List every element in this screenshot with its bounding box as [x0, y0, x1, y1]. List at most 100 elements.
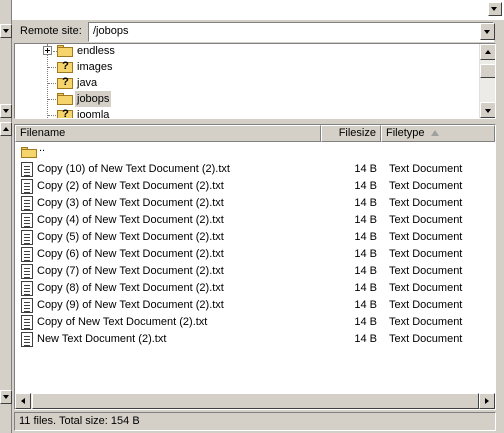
- chevron-left-icon: [21, 398, 25, 404]
- tree-scroll-thumb[interactable]: [480, 64, 495, 78]
- chevron-down-icon: [484, 30, 490, 34]
- file-name: Copy (2) of New Text Document (2).txt: [37, 180, 224, 192]
- chevron-right-icon: [485, 398, 489, 404]
- local-scroll-up-button[interactable]: [0, 24, 12, 38]
- tree-item-label: java: [77, 77, 98, 89]
- file-size: 14 B: [354, 163, 377, 175]
- column-header-label: Filesize: [338, 127, 376, 139]
- tree-item[interactable]: ? joomla: [15, 107, 475, 119]
- status-bar: 11 files. Total size: 154 B: [14, 412, 496, 431]
- file-type: Text Document: [389, 180, 463, 192]
- scroll-down-button[interactable]: [488, 2, 502, 16]
- text-document-icon: [21, 179, 33, 194]
- top-strip: [0, 0, 504, 20]
- text-document-icon: [21, 298, 33, 313]
- text-document-icon: [21, 281, 33, 296]
- column-header-label: Filename: [20, 127, 66, 139]
- chevron-down-icon: [3, 109, 9, 113]
- tree-scroll-down-button[interactable]: [480, 102, 495, 118]
- file-type: Text Document: [389, 197, 463, 209]
- chevron-down-icon: [3, 395, 9, 399]
- tree-item-label: joomla: [77, 109, 110, 119]
- chevron-down-icon: [3, 29, 9, 33]
- file-name: ..: [39, 142, 46, 154]
- file-name: New Text Document (2).txt: [37, 333, 167, 345]
- table-row[interactable]: Copy of New Text Document (2).txt 14 B T…: [15, 314, 481, 331]
- remote-path-dropdown-button[interactable]: [480, 23, 495, 40]
- column-header-filesize[interactable]: Filesize: [321, 125, 381, 142]
- file-name: Copy (8) of New Text Document (2).txt: [37, 282, 224, 294]
- chevron-down-icon: [485, 109, 491, 113]
- table-row[interactable]: Copy (5) of New Text Document (2).txt 14…: [15, 229, 481, 246]
- table-row[interactable]: Copy (2) of New Text Document (2).txt 14…: [15, 178, 481, 195]
- tree-item-label: jobops: [75, 91, 112, 107]
- file-name: Copy (9) of New Text Document (2).txt: [37, 299, 224, 311]
- folder-up-icon: [21, 147, 37, 158]
- tree-item[interactable]: endless: [15, 44, 475, 59]
- file-type: Text Document: [389, 163, 463, 175]
- file-name: Copy (7) of New Text Document (2).txt: [37, 265, 224, 277]
- file-type: Text Document: [389, 248, 463, 260]
- column-header-filetype[interactable]: Filetype: [381, 125, 495, 142]
- remote-file-list: Filename Filesize Filetype .. Copy (10) …: [14, 124, 496, 410]
- folder-question-icon: ?: [57, 76, 73, 90]
- local-list-scroll-down-button[interactable]: [0, 390, 12, 404]
- remote-path-input[interactable]: /jobops: [88, 22, 494, 42]
- tree-vertical-scrollbar[interactable]: [479, 44, 495, 118]
- chevron-up-icon: [3, 127, 9, 131]
- folder-open-icon: [57, 93, 73, 105]
- text-document-icon: [21, 315, 33, 330]
- text-document-icon: [21, 332, 33, 347]
- table-row[interactable]: Copy (7) of New Text Document (2).txt 14…: [15, 263, 481, 280]
- local-pane-edge: [0, 20, 12, 433]
- file-size: 14 B: [354, 231, 377, 243]
- list-horizontal-scroll-thumb[interactable]: [32, 393, 479, 409]
- file-size: 14 B: [354, 180, 377, 192]
- remote-site-bar: Remote site: /jobops: [14, 21, 496, 43]
- file-size: 14 B: [354, 299, 377, 311]
- folder-question-icon: ?: [57, 108, 73, 118]
- tree-item-selected[interactable]: jobops: [15, 91, 475, 107]
- text-document-icon: [21, 162, 33, 177]
- list-horizontal-scrollbar[interactable]: [15, 393, 495, 409]
- text-document-icon: [21, 264, 33, 279]
- column-header-filename[interactable]: Filename: [15, 125, 321, 142]
- list-header: Filename Filesize Filetype: [15, 125, 495, 142]
- table-row[interactable]: Copy (6) of New Text Document (2).txt 14…: [15, 246, 481, 263]
- left-splitter: [0, 0, 12, 20]
- file-type: Text Document: [389, 231, 463, 243]
- chevron-up-icon: [485, 50, 491, 54]
- tree-item[interactable]: ? java: [15, 75, 475, 91]
- table-row[interactable]: Copy (9) of New Text Document (2).txt 14…: [15, 297, 481, 314]
- file-type: Text Document: [389, 214, 463, 226]
- list-scroll-left-button[interactable]: [15, 393, 31, 409]
- chevron-down-icon: [491, 7, 497, 11]
- table-row[interactable]: New Text Document (2).txt 14 B Text Docu…: [15, 331, 481, 348]
- file-name: Copy (10) of New Text Document (2).txt: [37, 163, 230, 175]
- list-item-parent[interactable]: ..: [15, 142, 481, 161]
- text-document-icon: [21, 247, 33, 262]
- status-text: 11 files. Total size: 154 B: [19, 415, 140, 427]
- table-row[interactable]: Copy (10) of New Text Document (2).txt 1…: [15, 161, 481, 178]
- tree-scroll-up-button[interactable]: [480, 44, 495, 60]
- tree-item[interactable]: ? images: [15, 59, 475, 75]
- file-size: 14 B: [354, 265, 377, 277]
- list-scroll-right-button[interactable]: [479, 393, 495, 409]
- table-row[interactable]: Copy (4) of New Text Document (2).txt 14…: [15, 212, 481, 229]
- local-tree-scroll-down-button[interactable]: [0, 104, 12, 118]
- column-header-label: Filetype: [386, 127, 425, 139]
- local-list-scroll-up-button[interactable]: [0, 122, 12, 136]
- file-type: Text Document: [389, 333, 463, 345]
- file-name: Copy (4) of New Text Document (2).txt: [37, 214, 224, 226]
- remote-site-label: Remote site:: [20, 25, 82, 37]
- file-type: Text Document: [389, 265, 463, 277]
- file-type: Text Document: [389, 282, 463, 294]
- tree-item-label: images: [77, 61, 113, 73]
- file-size: 14 B: [354, 248, 377, 260]
- table-row[interactable]: Copy (3) of New Text Document (2).txt 14…: [15, 195, 481, 212]
- file-type: Text Document: [389, 316, 463, 328]
- file-size: 14 B: [354, 197, 377, 209]
- file-size: 14 B: [354, 316, 377, 328]
- table-row[interactable]: Copy (8) of New Text Document (2).txt 14…: [15, 280, 481, 297]
- expand-icon[interactable]: [43, 46, 52, 55]
